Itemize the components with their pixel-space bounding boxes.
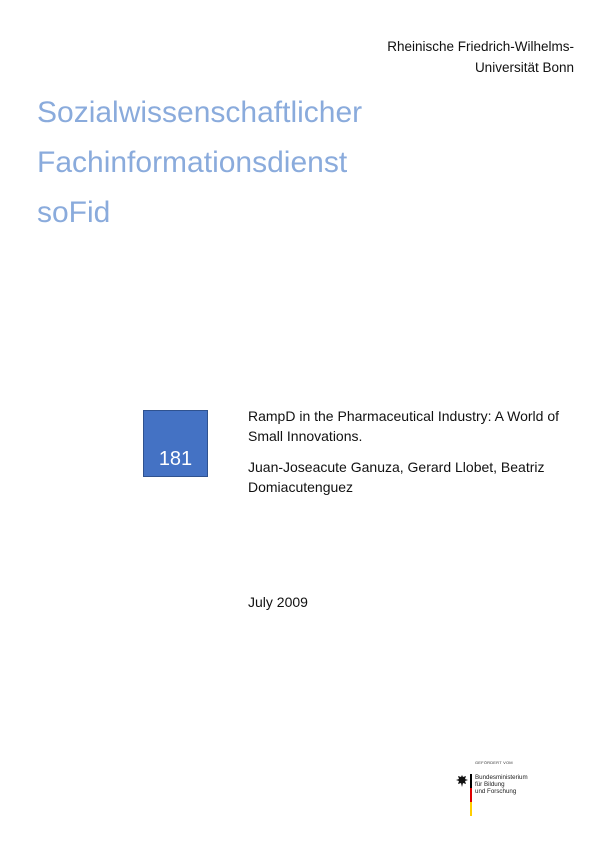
university-line-1: Rheinische Friedrich-Wilhelms- (387, 39, 574, 54)
funder-label: GEFÖRDERT VOM (475, 760, 513, 765)
flag-red (470, 788, 472, 802)
title-line-1: Sozialwissenschaftlicher (37, 96, 363, 129)
publication-title: RampD in the Pharmaceutical Industry: A … (248, 408, 559, 444)
ministry-name: Bundesministerium für Bildung und Forsch… (475, 774, 528, 795)
issue-number-badge: 181 (143, 410, 208, 477)
publication-authors: Juan-Joseacute Ganuza, Gerard Llobet, Be… (248, 459, 545, 495)
ministry-line-3: und Forschung (475, 788, 517, 795)
federal-eagle-icon (456, 775, 468, 787)
title-line-3: soFid (37, 196, 111, 229)
document-title: Sozialwissenschaftlicher Fachinformation… (37, 88, 362, 238)
title-line-2: Fachinformationsdienst (37, 146, 348, 179)
university-name: Rheinische Friedrich-Wilhelms- Universit… (387, 36, 574, 78)
issue-number: 181 (158, 448, 193, 470)
german-flag-stripe (470, 774, 472, 816)
ministry-line-1: Bundesministerium (475, 774, 528, 781)
ministry-line-2: für Bildung (475, 781, 505, 788)
flag-black (470, 774, 472, 788)
publication-date: July 2009 (248, 594, 308, 610)
flag-gold (470, 802, 472, 816)
publication-info: RampD in the Pharmaceutical Industry: A … (248, 406, 578, 497)
university-line-2: Universität Bonn (474, 60, 574, 75)
